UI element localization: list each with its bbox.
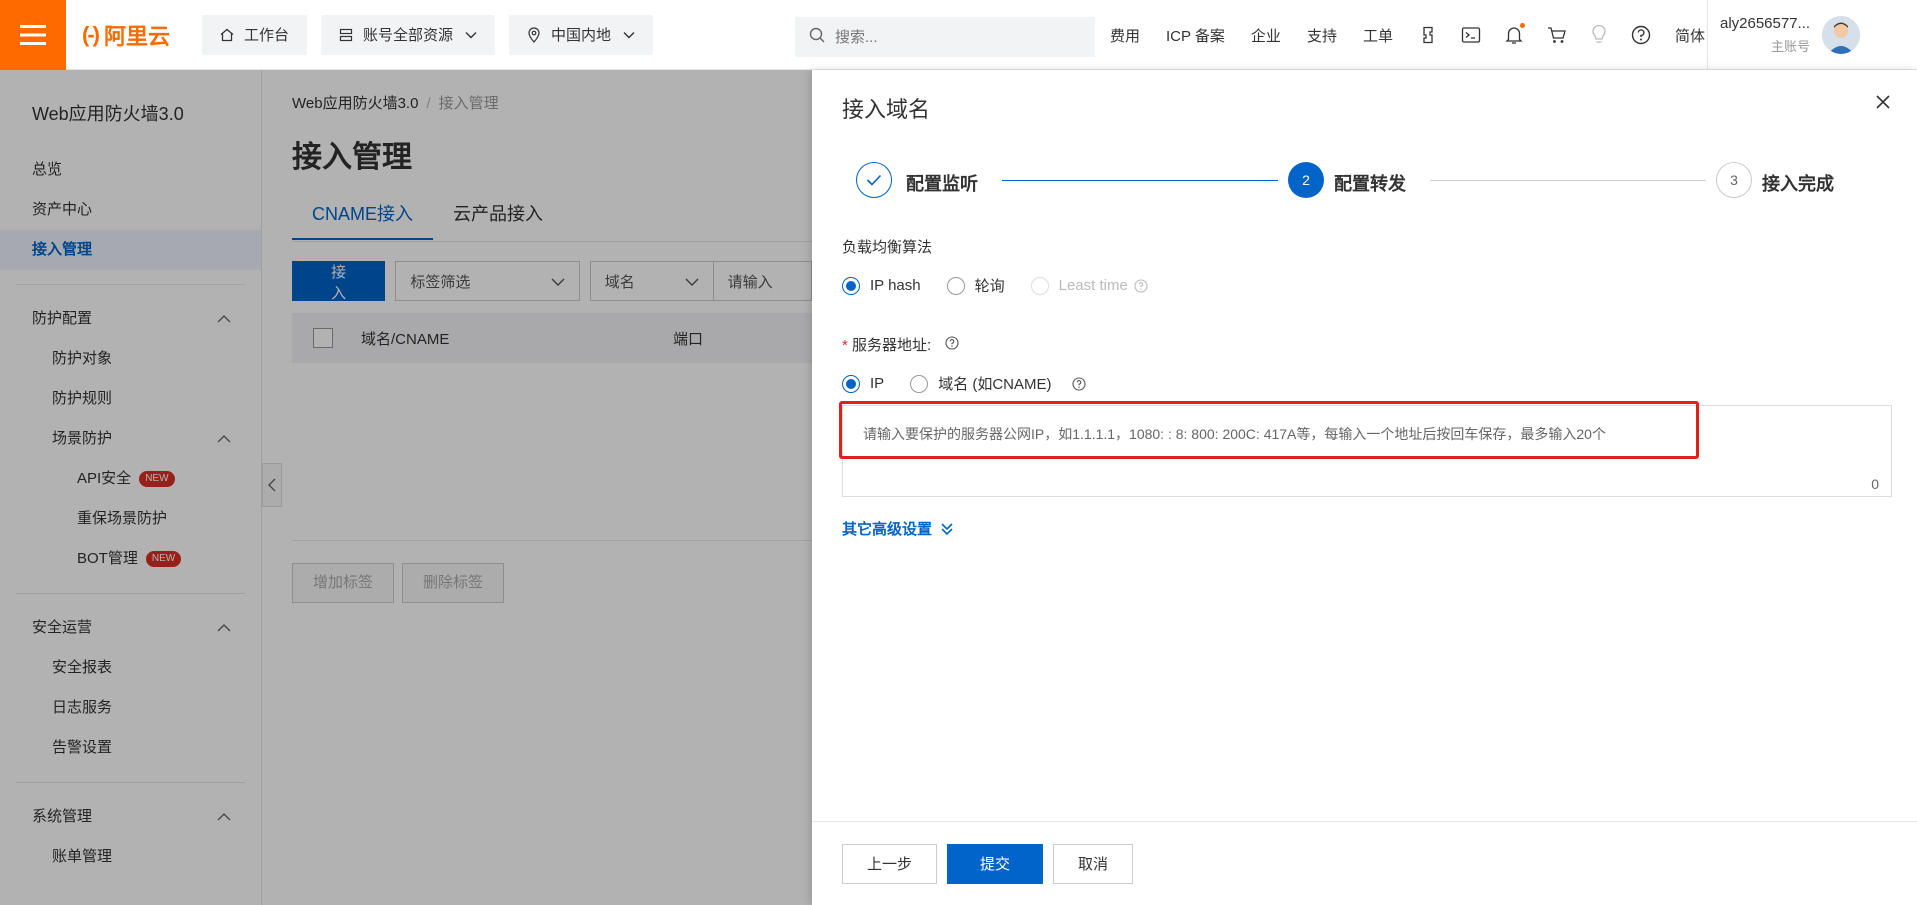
server-stack-icon (339, 28, 353, 42)
workbench-button[interactable]: 工作台 (202, 14, 308, 55)
previous-step-button[interactable]: 上一步 (842, 843, 938, 884)
close-icon (1876, 95, 1890, 109)
hamburger-menu-button[interactable] (0, 0, 66, 70)
location-pin-icon (527, 26, 541, 43)
radio-button-disabled (1030, 276, 1049, 295)
double-chevron-down-icon (940, 522, 954, 536)
lightbulb-icon[interactable] (1591, 25, 1607, 45)
advanced-settings-label: 其它高级设置 (842, 521, 933, 538)
stepper: 配置监听 2 配置转发 3 接入完成 (856, 162, 1836, 202)
global-search[interactable] (795, 17, 1095, 57)
chevron-down-icon (623, 31, 635, 39)
shopping-cart-icon[interactable] (1547, 26, 1567, 44)
server-type-ip[interactable]: IP (842, 374, 885, 393)
drawer-title: 接入域名 (842, 97, 931, 122)
account-name: aly2656577... (1719, 15, 1811, 32)
step-2-number: 2 (1288, 162, 1324, 198)
radio-button-checked[interactable] (842, 276, 860, 295)
help-icon[interactable] (1134, 278, 1148, 293)
top-links: 费用 ICP 备案 企业 支持 工单 简体 aly2656577... 主账号 (1110, 0, 1861, 70)
close-button[interactable] (1875, 94, 1891, 113)
region-dropdown[interactable]: 中国内地 (509, 14, 654, 55)
enterprise-link[interactable]: 企业 (1251, 25, 1281, 46)
lb-option-least-time: Least time (1030, 276, 1148, 295)
aliyun-logo[interactable]: (-) 阿里云 (82, 19, 202, 51)
server-address-textarea[interactable] (843, 406, 1891, 496)
logo-text: 阿里云 (103, 23, 170, 49)
support-link[interactable]: 支持 (1307, 25, 1337, 46)
lb-option-round-robin[interactable]: 轮询 (946, 275, 1005, 296)
help-circle-icon[interactable] (1631, 25, 1651, 45)
char-counter: 0 (1871, 476, 1879, 492)
radio-label: 域名 (如CNAME) (938, 376, 1052, 393)
cancel-button[interactable]: 取消 (1053, 843, 1134, 884)
step-connector (1430, 180, 1706, 181)
radio-label: 轮询 (974, 278, 1005, 295)
avatar[interactable] (1822, 16, 1861, 54)
account-menu[interactable]: aly2656577... 主账号 (1720, 15, 1810, 55)
top-bar: (-) 阿里云 工作台 账号全部资源 中国内地 费用 ICP 备案 (0, 0, 1917, 70)
help-icon[interactable] (945, 336, 959, 350)
search-input[interactable] (835, 28, 1075, 46)
radio-label: IP hash (870, 277, 921, 294)
radio-button[interactable] (946, 276, 965, 295)
region-label: 中国内地 (551, 27, 612, 44)
server-type-radio-group: IP 域名 (如CNAME) (842, 373, 1112, 394)
terminal-icon[interactable] (1461, 26, 1481, 44)
notification-bell-icon[interactable] (1505, 23, 1525, 45)
server-address-text: 服务器地址: (852, 337, 932, 354)
language-switch[interactable]: 简体 (1675, 25, 1705, 46)
search-icon (809, 27, 825, 47)
radio-button-checked[interactable] (842, 374, 860, 393)
step-connector (1002, 180, 1278, 181)
radio-label: Least time (1058, 277, 1128, 294)
aliyun-logo-mark-icon: (-) (82, 21, 100, 47)
advanced-settings-toggle[interactable]: 其它高级设置 (842, 518, 954, 539)
help-icon[interactable] (1071, 376, 1086, 391)
cloudshell-icon[interactable] (1419, 26, 1437, 44)
account-type: 主账号 (1771, 39, 1811, 54)
radio-label: IP (870, 375, 885, 392)
step-3-number: 3 (1716, 162, 1752, 198)
workbench-label: 工作台 (244, 27, 290, 44)
add-domain-drawer: 接入域名 配置监听 2 配置转发 3 接入完成 负载均衡算法 IP hash 轮… (812, 70, 1917, 905)
ticket-link[interactable]: 工单 (1363, 25, 1393, 46)
step-2-label: 配置转发 (1334, 174, 1406, 194)
hamburger-icon (20, 24, 46, 45)
server-address-label: * 服务器地址: (842, 334, 959, 355)
resources-label: 账号全部资源 (363, 27, 454, 44)
server-address-textarea-container: 0 (842, 405, 1892, 497)
drawer-footer: 上一步 提交 取消 (812, 821, 1917, 905)
required-asterisk: * (842, 337, 848, 354)
user-avatar-icon (1822, 16, 1861, 54)
step-3-label: 接入完成 (1762, 174, 1834, 194)
submit-button[interactable]: 提交 (947, 843, 1044, 884)
icp-link[interactable]: ICP 备案 (1166, 25, 1225, 46)
divider (1706, 0, 1708, 70)
server-type-domain[interactable]: 域名 (如CNAME) (910, 373, 1086, 394)
radio-button[interactable] (910, 374, 929, 393)
chevron-down-icon (465, 31, 477, 39)
notification-dot (1519, 23, 1525, 28)
step-1-done-icon (856, 162, 892, 198)
step-1-label: 配置监听 (906, 174, 978, 194)
home-icon (220, 28, 234, 42)
lb-algorithm-label: 负载均衡算法 (842, 239, 933, 256)
modal-overlay[interactable] (0, 70, 812, 905)
lb-option-ip-hash[interactable]: IP hash (842, 276, 921, 295)
lb-algorithm-radio-group: IP hash 轮询 Least time (842, 275, 1174, 296)
resources-dropdown[interactable]: 账号全部资源 (321, 14, 496, 55)
billing-link[interactable]: 费用 (1110, 25, 1140, 46)
